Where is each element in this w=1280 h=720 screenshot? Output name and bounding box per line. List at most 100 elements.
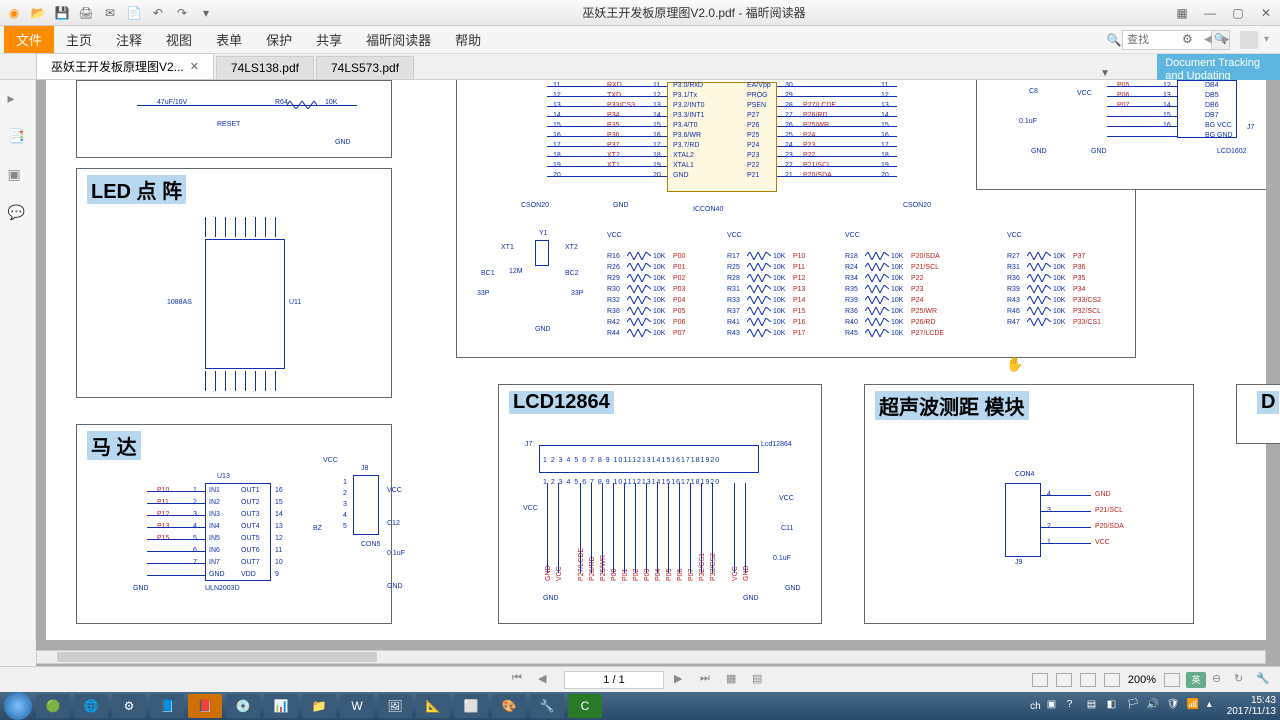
tray-help-icon[interactable]: ? <box>1067 699 1081 713</box>
view-facing-icon[interactable] <box>1080 673 1096 687</box>
bc2: BC2 <box>565 270 579 277</box>
open-icon[interactable]: 📂 <box>30 5 46 21</box>
minimize-icon[interactable]: — <box>1202 5 1218 21</box>
led-u: U11 <box>289 299 301 306</box>
print-icon[interactable]: 🖨 <box>78 5 94 21</box>
last-page-icon[interactable]: ⏭ <box>700 672 716 688</box>
tab-74ls573[interactable]: 74LS573.pdf <box>316 56 414 79</box>
page-layout2-icon[interactable]: ▤ <box>752 672 768 688</box>
avatar-icon[interactable] <box>1240 31 1258 49</box>
motor-vcc: VCC <box>323 457 338 464</box>
tray-volume-icon[interactable]: 🔊 <box>1147 699 1161 713</box>
tray-flag-icon[interactable]: 🏳 <box>1127 699 1141 713</box>
lcd12864-ref: Lcd12864 <box>761 441 792 448</box>
menu-view[interactable]: 视图 <box>154 26 204 53</box>
task-foxit[interactable]: 📕 <box>188 694 222 718</box>
start-button[interactable] <box>4 692 32 720</box>
task-app-1[interactable]: 🟢 <box>36 694 70 718</box>
task-app-6[interactable]: 💿 <box>226 694 260 718</box>
task-paint[interactable]: 🎨 <box>492 694 526 718</box>
task-app-4[interactable]: 📘 <box>150 694 184 718</box>
task-explorer[interactable]: 📁 <box>302 694 336 718</box>
fit-width-icon[interactable] <box>1164 673 1180 687</box>
menu-home[interactable]: 主页 <box>54 26 104 53</box>
tab-list-dropdown-icon[interactable]: ▼ <box>1100 68 1110 79</box>
ime-indicator[interactable]: ch <box>1030 701 1041 712</box>
tray-icon-3[interactable]: ▤ <box>1087 699 1101 713</box>
ultra-conn <box>1005 483 1041 557</box>
lcd12864-capv: 0.1uF <box>773 555 791 562</box>
motor-gnd2: GND <box>387 583 403 590</box>
save-icon[interactable]: 💾 <box>54 5 70 21</box>
ribbon-collapse-icon[interactable]: ▦ <box>1174 5 1190 21</box>
avatar-dropdown-icon[interactable]: ▾ <box>1264 34 1276 45</box>
task-app-3[interactable]: ⚙ <box>112 694 146 718</box>
reflow-icon[interactable]: ↻ <box>1234 672 1250 688</box>
maximize-icon[interactable]: ▢ <box>1230 5 1246 21</box>
view-single-icon[interactable] <box>1032 673 1048 687</box>
task-app-2[interactable]: 🌐 <box>74 694 108 718</box>
task-photos[interactable]: 🖼 <box>378 694 412 718</box>
bookmark-icon[interactable]: 📑 <box>8 128 28 148</box>
xtal-gnd: GND <box>535 326 551 333</box>
qat-more-icon[interactable]: ▾ <box>198 5 214 21</box>
tray-expand-icon[interactable]: ▴ <box>1207 699 1221 713</box>
tab-74ls138[interactable]: 74LS138.pdf <box>216 56 314 79</box>
zoom-level: 200% <box>1128 674 1156 686</box>
scrollbar-thumb[interactable] <box>57 652 377 662</box>
task-app-15[interactable]: C <box>568 694 602 718</box>
view-cont-icon[interactable] <box>1056 673 1072 687</box>
tray-icon-4[interactable]: ◧ <box>1107 699 1121 713</box>
undo-icon[interactable]: ↶ <box>150 5 166 21</box>
email-icon[interactable]: ✉ <box>102 5 118 21</box>
page-layout-icon[interactable]: ▦ <box>726 672 742 688</box>
tray-shield-icon[interactable]: 🛡 <box>1167 699 1181 713</box>
bcv2: 33P <box>571 290 583 297</box>
xt1: XT1 <box>501 244 514 251</box>
tab-main-pdf[interactable]: 巫妖王开发板原理图V2... ✕ <box>36 53 214 79</box>
find-icon[interactable]: 🔍 <box>1106 32 1122 48</box>
menu-form[interactable]: 表单 <box>204 26 254 53</box>
task-word[interactable]: W <box>340 694 374 718</box>
zoom-in-icon[interactable]: 🔧 <box>1256 672 1272 688</box>
page-number-input[interactable] <box>564 671 664 689</box>
menu-protect[interactable]: 保护 <box>254 26 304 53</box>
tray-network-icon[interactable]: 📶 <box>1187 699 1201 713</box>
ultra-j: J9 <box>1015 559 1022 566</box>
comments-icon[interactable]: 💬 <box>8 204 28 224</box>
menu-foxit[interactable]: 福昕阅读器 <box>354 26 443 53</box>
prev-page-icon[interactable]: ◀ <box>538 672 554 688</box>
block-lcd1602: C8 VCC 0.1uF GND GND LCD1602 J7 P05 12 D… <box>976 80 1266 190</box>
lcd12864-gnd3: GND <box>785 585 801 592</box>
close-icon[interactable]: ✕ <box>1258 5 1274 21</box>
gnd-label: GND <box>335 139 351 146</box>
nav-next-icon[interactable]: ▶ <box>1222 34 1234 45</box>
redo-icon[interactable]: ↷ <box>174 5 190 21</box>
zoom-out-icon[interactable]: ⊖ <box>1212 672 1228 688</box>
status-bar: ⏮ ◀ ▶ ⏭ ▦ ▤ 200% 英 ⊖ ↻ 🔧 <box>0 666 1280 692</box>
first-page-icon[interactable]: ⏮ <box>512 672 528 688</box>
pages-icon[interactable]: ▣ <box>8 166 28 186</box>
horizontal-scrollbar[interactable] <box>36 650 1266 664</box>
tray-icon-1[interactable]: ▣ <box>1047 699 1061 713</box>
settings-icon[interactable]: ⚙ <box>1182 32 1198 48</box>
task-app-12[interactable]: ⬜ <box>454 694 488 718</box>
menu-share[interactable]: 共享 <box>304 26 354 53</box>
expand-icon[interactable]: ▸ <box>8 90 28 110</box>
menu-file[interactable]: 文件 <box>4 26 54 53</box>
task-app-14[interactable]: 🔧 <box>530 694 564 718</box>
tab-close-icon[interactable]: ✕ <box>190 60 199 73</box>
nav-prev-icon[interactable]: ◀ <box>1204 34 1216 45</box>
lang-toggle[interactable]: 英 <box>1186 672 1206 688</box>
tab-label: 巫妖王开发板原理图V2... <box>51 58 184 75</box>
next-page-icon[interactable]: ▶ <box>674 672 690 688</box>
document-viewport[interactable]: 47uF/10V R64 10K RESET GND LED 点 阵 1088A… <box>36 80 1280 680</box>
menu-comment[interactable]: 注释 <box>104 26 154 53</box>
lcd1602-j: J7 <box>1247 124 1254 131</box>
task-app-7[interactable]: 📊 <box>264 694 298 718</box>
new-icon[interactable]: 📄 <box>126 5 142 21</box>
motor-gnd: GND <box>133 585 149 592</box>
view-cont-facing-icon[interactable] <box>1104 673 1120 687</box>
task-app-11[interactable]: 📐 <box>416 694 450 718</box>
menu-help[interactable]: 帮助 <box>443 26 493 53</box>
